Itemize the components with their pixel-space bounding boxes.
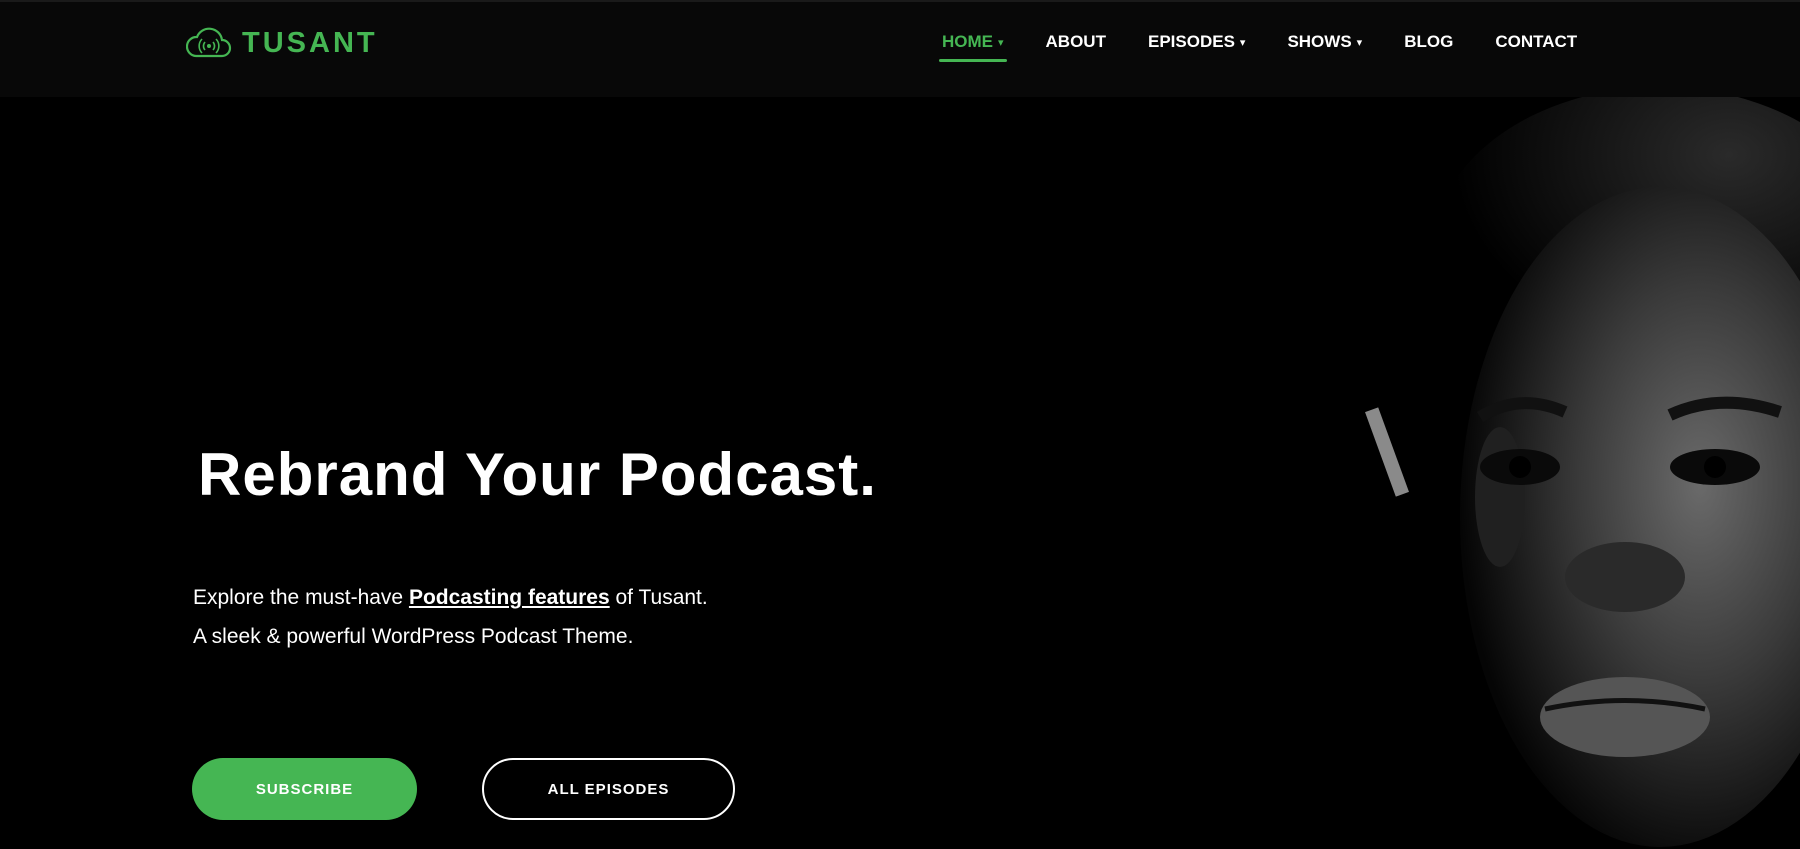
subscribe-button[interactable]: SUBSCRIBE (192, 758, 417, 820)
site-header: TUSANT HOME ▾ ABOUT EPISODES ▾ SHOWS ▾ BLOG… (0, 0, 1800, 97)
line1-text: Explore the must-have (193, 586, 409, 609)
hero-description: Explore the must-have Podcasting feature… (193, 578, 708, 656)
nav-blog[interactable]: BLOG (1404, 32, 1453, 60)
nav-home-label: HOME (942, 32, 993, 51)
nav-about[interactable]: ABOUT (1046, 32, 1106, 60)
all-episodes-button[interactable]: ALL EPISODES (482, 758, 735, 820)
hero-portrait-image (1360, 97, 1800, 849)
nav-about-label: ABOUT (1045, 32, 1106, 51)
nav-shows-label: SHOWS (1287, 32, 1352, 51)
hero-line-2: A sleek & powerful WordPress Podcast The… (193, 625, 634, 648)
hero-title: Rebrand Your Podcast. (198, 441, 877, 508)
logo[interactable]: TUSANT (186, 26, 378, 60)
podcasting-features-link[interactable]: Podcasting features (409, 586, 610, 609)
nav-episodes-label: EPISODES (1147, 32, 1235, 51)
hero-line-1: Explore the must-have Podcasting feature… (193, 578, 708, 617)
nav-contact[interactable]: CONTACT (1495, 32, 1577, 60)
nav-blog-label: BLOG (1404, 32, 1454, 51)
nav-shows[interactable]: SHOWS ▾ (1287, 32, 1362, 60)
nav-home[interactable]: HOME ▾ (939, 32, 1007, 62)
line1-text-end: of Tusant. (609, 586, 708, 609)
nav-episodes[interactable]: EPISODES ▾ (1148, 32, 1245, 60)
chevron-down-icon: ▾ (1239, 36, 1246, 49)
main-nav: HOME ▾ ABOUT EPISODES ▾ SHOWS ▾ BLOG CONTAC… (939, 32, 1619, 62)
chevron-down-icon: ▾ (1356, 36, 1363, 49)
chevron-down-icon: ▾ (998, 36, 1004, 49)
nav-contact-label: CONTACT (1495, 32, 1578, 51)
brand-name: TUSANT (242, 26, 378, 59)
cloud-broadcast-icon (186, 27, 232, 58)
